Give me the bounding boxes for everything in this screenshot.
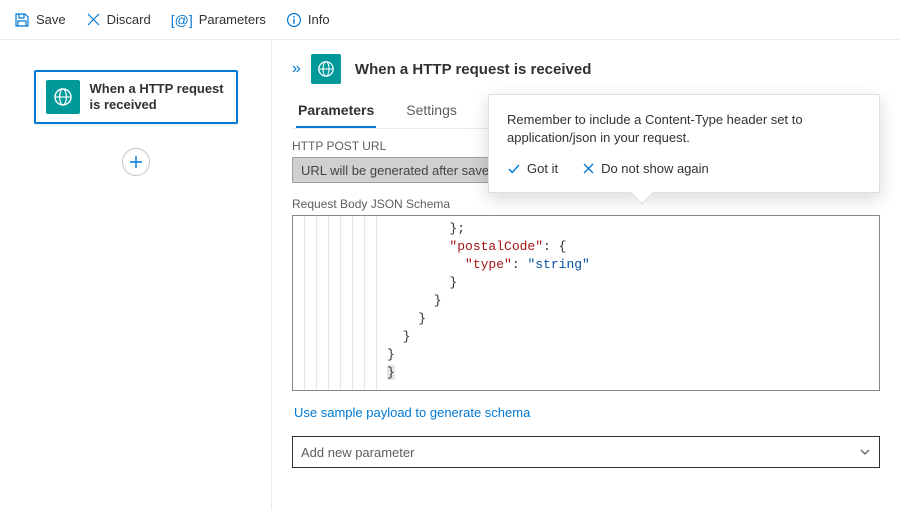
panel-title: When a HTTP request is received	[355, 61, 591, 78]
tab-settings[interactable]: Settings	[404, 94, 459, 128]
add-step-button[interactable]	[122, 148, 150, 176]
got-it-label: Got it	[527, 161, 558, 176]
parameters-button[interactable]: [@] Parameters	[171, 12, 266, 28]
schema-editor[interactable]: }; "postalCode": { "type": "string" } } …	[292, 215, 880, 391]
parameters-label: Parameters	[199, 12, 266, 27]
command-bar: Save Discard [@] Parameters Info	[0, 0, 900, 40]
trigger-card-title: When a HTTP request is received	[90, 81, 226, 114]
details-panel: » When a HTTP request is received Parame…	[272, 40, 900, 510]
save-icon	[14, 12, 30, 28]
add-new-parameter-label: Add new parameter	[301, 445, 414, 460]
schema-label: Request Body JSON Schema	[292, 197, 880, 211]
trigger-card[interactable]: When a HTTP request is received	[34, 70, 238, 124]
discard-button[interactable]: Discard	[86, 12, 151, 27]
panel-header: » When a HTTP request is received	[292, 54, 880, 84]
close-icon	[582, 162, 595, 175]
code-gutters	[293, 216, 377, 390]
info-label: Info	[308, 12, 330, 27]
http-request-icon	[46, 80, 80, 114]
chevron-down-icon	[859, 446, 871, 458]
schema-code: }; "postalCode": { "type": "string" } } …	[387, 216, 879, 382]
http-request-icon	[311, 54, 341, 84]
got-it-button[interactable]: Got it	[507, 161, 558, 176]
workspace: When a HTTP request is received » When a…	[0, 40, 900, 510]
save-button[interactable]: Save	[14, 12, 66, 28]
save-label: Save	[36, 12, 66, 27]
info-button[interactable]: Info	[286, 12, 330, 28]
check-icon	[507, 162, 521, 176]
close-icon	[86, 12, 101, 27]
use-sample-payload-link[interactable]: Use sample payload to generate schema	[294, 405, 530, 420]
discard-label: Discard	[107, 12, 151, 27]
info-icon	[286, 12, 302, 28]
at-parameter-icon: [@]	[171, 12, 193, 28]
callout-text: Remember to include a Content-Type heade…	[507, 111, 861, 147]
collapse-panel-button[interactable]: »	[292, 60, 297, 78]
tab-parameters[interactable]: Parameters	[296, 94, 376, 128]
do-not-show-again-button[interactable]: Do not show again	[582, 161, 709, 176]
callout-actions: Got it Do not show again	[507, 161, 861, 176]
do-not-show-again-label: Do not show again	[601, 161, 709, 176]
info-callout: Remember to include a Content-Type heade…	[488, 94, 880, 193]
add-new-parameter-dropdown[interactable]: Add new parameter	[292, 436, 880, 468]
designer-canvas: When a HTTP request is received	[0, 40, 272, 510]
